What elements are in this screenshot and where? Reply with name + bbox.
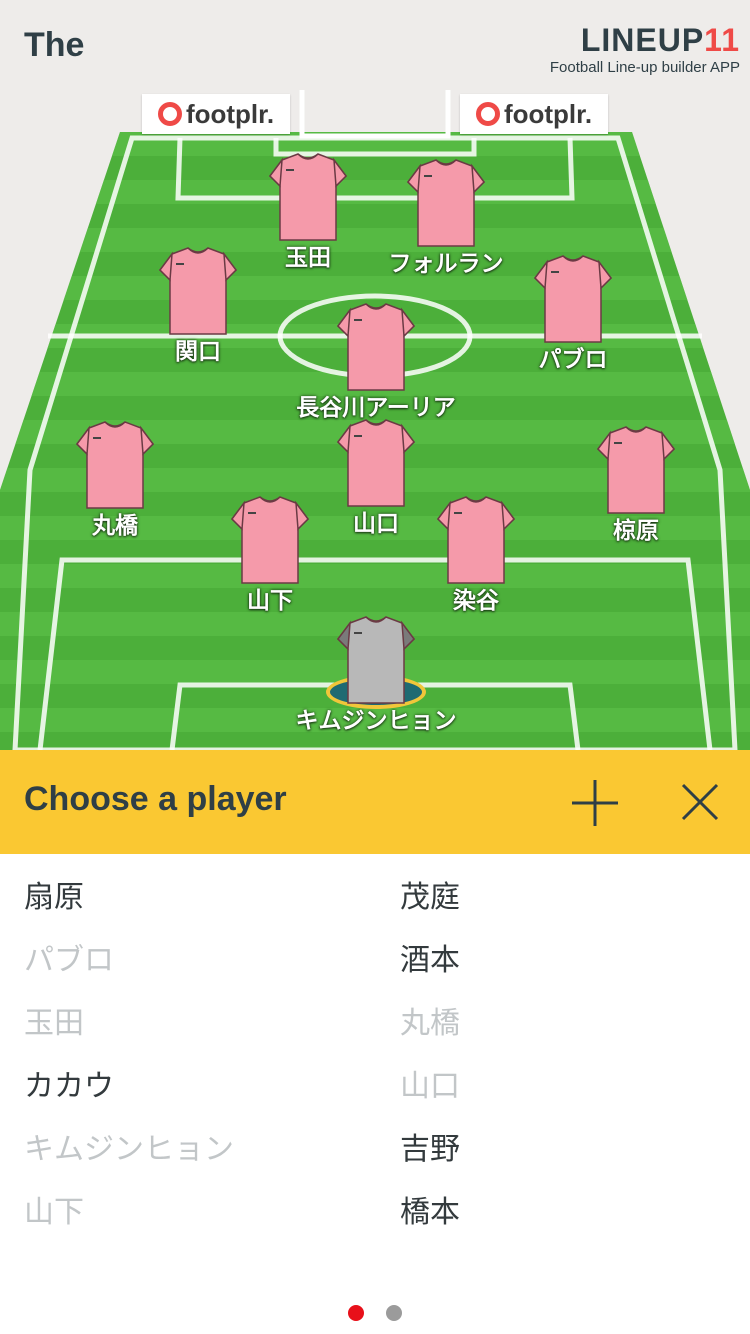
player-token[interactable]: パブロ — [463, 254, 683, 384]
player-list: 扇原パブロ玉田カカウキムジンヒョン 山下 茂庭 酒本丸橋山口吉野 橋本 — [0, 866, 750, 1266]
player-list-item: 丸橋 — [400, 1006, 460, 1041]
team-title[interactable]: The — [24, 26, 84, 65]
player-token[interactable]: 山下 — [160, 495, 380, 625]
player-list-item: 玉田 — [24, 1006, 84, 1041]
shirt-icon — [436, 495, 516, 587]
sponsor-text: footplr. — [503, 98, 593, 129]
brand-number: 11 — [704, 22, 740, 58]
player-token[interactable]: 染谷 — [366, 495, 586, 625]
close-icon[interactable] — [676, 778, 726, 828]
choose-player-title: Choose a player — [24, 780, 287, 818]
plus-icon[interactable] — [570, 778, 620, 828]
choose-player-bar: Choose a player — [0, 750, 750, 854]
footplr-logo-icon — [157, 102, 182, 126]
page-dot-1[interactable] — [348, 1305, 364, 1321]
page-indicator — [0, 1305, 750, 1325]
player-list-item[interactable]: 扇原 — [24, 866, 364, 929]
shirt-icon — [75, 420, 155, 512]
page-dot-2[interactable] — [386, 1305, 402, 1321]
footplr-logo-icon — [475, 102, 500, 126]
player-list-item: 山口 — [400, 1069, 460, 1104]
brand-subtitle: Football Line-up builder APP — [549, 59, 740, 76]
player-list-item: キムジンヒョン — [24, 1132, 234, 1167]
brand-name: LINEUP — [580, 22, 705, 58]
shirt-icon — [326, 615, 426, 709]
shirt-icon — [596, 425, 676, 517]
goalkeeper-token[interactable]: キムジンヒョン — [266, 615, 486, 745]
player-list-item[interactable]: 酒本 — [400, 929, 740, 992]
player-list-item[interactable]: 茂庭 — [400, 866, 740, 929]
player-list-item: 山下 — [24, 1195, 84, 1230]
football-pitch: footplr. footplr. 玉田 フォルラン 関口 パブロ 長谷川アーリア 丸橋山… — [0, 90, 750, 750]
sponsor-text: footplr. — [185, 98, 275, 129]
sponsor-board-left: footplr. — [142, 94, 290, 134]
shirt-icon — [336, 302, 416, 394]
shirt-icon — [406, 158, 486, 250]
shirt-icon — [230, 495, 310, 587]
shirt-icon — [533, 254, 613, 346]
player-token[interactable]: 長谷川アーリア — [266, 302, 486, 432]
sponsor-board-right: footplr. — [460, 94, 608, 134]
player-list-left-column: 扇原パブロ玉田カカウキムジンヒョン 山下 — [24, 866, 364, 1244]
player-list-right-column: 茂庭 酒本丸橋山口吉野 橋本 — [400, 866, 740, 1244]
brand-logo: LINEUP11 Football Line-up builder APP — [550, 22, 740, 78]
player-list-item: パブロ — [24, 943, 114, 978]
player-list-item[interactable]: カカウ — [24, 1055, 364, 1118]
shirt-icon — [158, 246, 238, 338]
player-list-item[interactable]: 吉野 — [400, 1118, 740, 1181]
player-list-item[interactable]: 橋本 — [400, 1181, 740, 1244]
